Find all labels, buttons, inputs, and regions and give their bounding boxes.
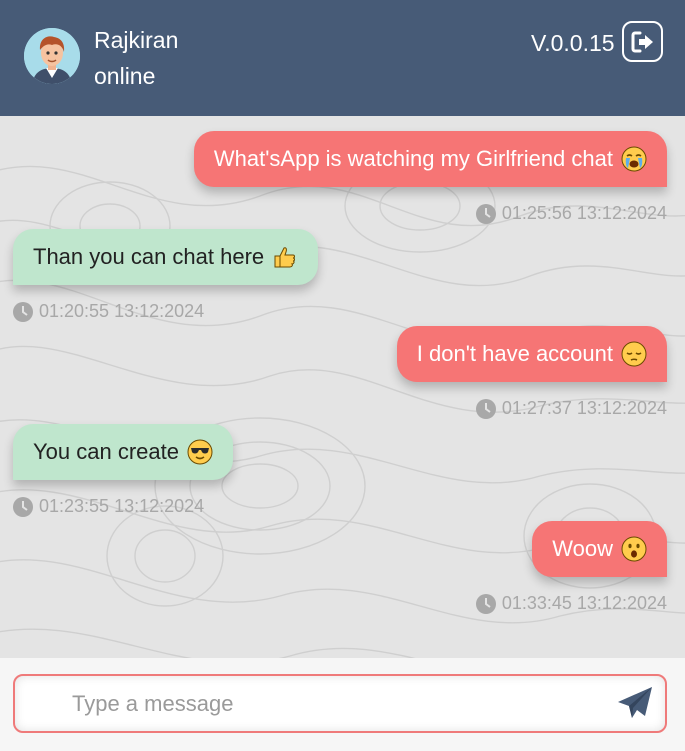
message-timestamp: 01:27:37 13:12:2024	[475, 398, 667, 419]
user-name: Rajkiran	[94, 27, 179, 53]
message-bubble-outgoing[interactable]: What'sApp is watching my Girlfriend chat	[193, 131, 667, 187]
message-input-container	[13, 674, 667, 733]
pensive-face-icon	[621, 341, 647, 367]
timestamp-text: 01:27:37 13:12:2024	[501, 398, 667, 418]
timestamp-text: 01:25:56 13:12:2024	[501, 203, 667, 223]
message-timestamp: 01:23:55 13:12:2024	[13, 496, 204, 517]
timestamp-text: 01:33:45 13:12:2024	[501, 593, 667, 613]
user-status: online	[94, 63, 156, 89]
clock-icon	[13, 301, 33, 322]
message-bubble-outgoing[interactable]: I don't have account	[396, 326, 667, 382]
clock-icon	[13, 496, 33, 517]
sign-out-icon	[631, 31, 653, 52]
message-text: I don't have account	[416, 341, 613, 366]
clock-icon	[475, 593, 496, 614]
app-version: V.0.0.15	[531, 30, 615, 56]
crying-face-icon	[621, 146, 647, 172]
message-text: Than you can chat here	[33, 244, 265, 269]
timestamp-text: 01:20:55 13:12:2024	[39, 301, 205, 321]
timestamp-text: 01:23:55 13:12:2024	[39, 496, 205, 516]
message-composer	[0, 658, 685, 751]
message-timestamp: 01:20:55 13:12:2024	[13, 301, 204, 322]
message-timestamp: 01:25:56 13:12:2024	[475, 203, 667, 224]
paper-plane-icon	[618, 687, 652, 718]
message-text: You can create	[33, 439, 179, 464]
message-input[interactable]	[15, 676, 605, 731]
chat-messages-area[interactable]: What'sApp is watching my Girlfriend chat…	[0, 116, 685, 658]
message-bubble-incoming[interactable]: Than you can chat here	[13, 229, 319, 285]
message-bubble-incoming[interactable]: You can create	[13, 424, 233, 480]
astonished-face-icon	[621, 536, 647, 562]
send-button[interactable]	[615, 684, 655, 724]
message-timestamp: 01:33:45 13:12:2024	[475, 593, 667, 614]
message-text: What'sApp is watching my Girlfriend chat	[213, 146, 613, 171]
message-text: Woow	[552, 536, 613, 561]
avatar-image	[24, 28, 80, 84]
clock-icon	[475, 203, 496, 224]
thumbs-up-icon	[272, 244, 298, 270]
sunglasses-face-icon	[187, 439, 213, 465]
user-avatar[interactable]	[24, 28, 80, 84]
chat-header: Rajkiran online V.0.0.15	[0, 0, 685, 116]
clock-icon	[475, 398, 496, 419]
logout-button[interactable]	[622, 21, 663, 62]
message-bubble-outgoing[interactable]: Woow	[532, 521, 667, 577]
